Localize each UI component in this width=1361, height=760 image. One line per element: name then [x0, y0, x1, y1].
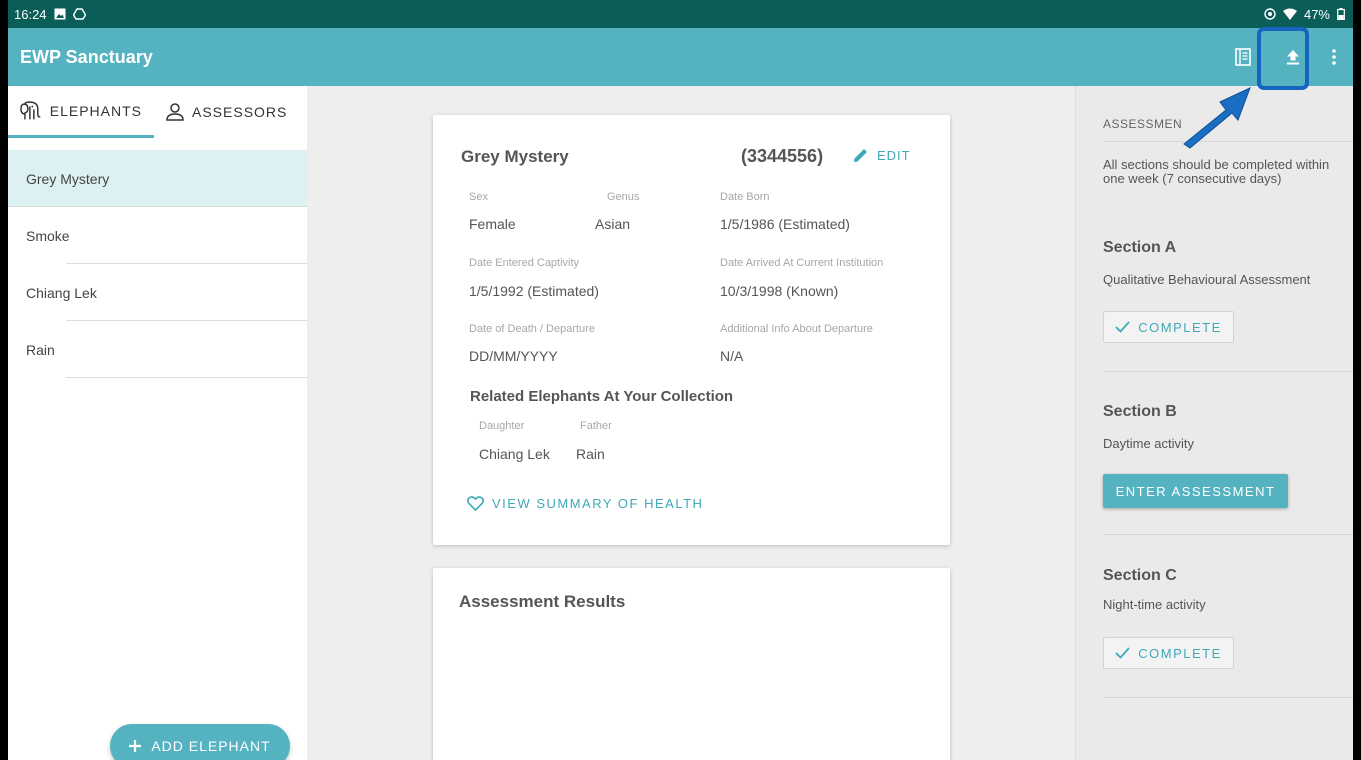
section-a-complete-button[interactable]: COMPLETE [1103, 311, 1234, 343]
elephant-list-panel: ELEPHANTS ASSESSORS Grey Mystery Smoke C… [8, 86, 307, 760]
date-born-label: Date Born [720, 191, 770, 203]
app-title: EWP Sanctuary [20, 46, 153, 67]
elephant-id: (3344556) [741, 146, 824, 166]
data-saver-icon [1264, 8, 1276, 20]
section-c-desc: Night-time activity [1103, 597, 1206, 612]
relation-label: Daughter [479, 420, 525, 432]
upload-highlight-box [1257, 27, 1309, 90]
edit-label: EDIT [877, 147, 911, 163]
elephant-name: Chiang Lek [26, 284, 97, 301]
death-value: DD/MM/YYYY [469, 348, 558, 364]
status-time: 16:24 [14, 6, 47, 22]
drive-notification-icon [72, 8, 86, 20]
list-item[interactable]: Grey Mystery [8, 150, 307, 207]
section-b-desc: Daytime activity [1103, 436, 1195, 451]
battery-percent: 47% [1303, 6, 1330, 22]
section-a-desc: Qualitative Behavioural Assessment [1103, 272, 1311, 287]
check-icon [1115, 321, 1130, 333]
add-elephant-button[interactable]: ADD ELEPHANT [110, 724, 290, 760]
notebook-icon [1235, 48, 1251, 66]
add-elephant-label: ADD ELEPHANT [151, 738, 271, 754]
sex-label: Sex [469, 191, 488, 203]
complete-label: COMPLETE [1138, 319, 1222, 335]
elephant-name: Grey Mystery [26, 170, 110, 187]
pointer-arrow-icon [1183, 87, 1251, 149]
section-a-title: Section A [1103, 239, 1177, 256]
arrived-value: 10/3/1998 (Known) [720, 283, 839, 299]
list-item[interactable]: Rain [8, 321, 307, 378]
view-health-label: VIEW SUMMARY OF HEALTH [492, 496, 704, 511]
enter-assessment-label: ENTER ASSESSMENT [1115, 483, 1276, 499]
list-item[interactable]: Smoke [8, 207, 307, 264]
captivity-label: Date Entered Captivity [469, 257, 580, 269]
overflow-menu-button[interactable] [1315, 35, 1353, 79]
divider [1103, 371, 1353, 372]
related-elephant-link[interactable]: Chiang Lek [479, 446, 550, 462]
captivity-value: 1/5/1992 (Estimated) [469, 283, 599, 299]
status-bar: 16:24 47% [8, 0, 1353, 28]
more-vert-icon [1332, 49, 1336, 65]
enter-assessment-button[interactable]: ENTER ASSESSMENT [1103, 474, 1288, 508]
tab-elephants[interactable]: ELEPHANTS [8, 86, 154, 138]
relation-label: Father [580, 420, 612, 432]
edit-button[interactable]: EDIT [853, 147, 911, 163]
view-health-summary-link[interactable]: VIEW SUMMARY OF HEALTH [467, 496, 703, 511]
divider [1103, 534, 1353, 535]
arrived-label: Date Arrived At Current Institution [720, 257, 884, 269]
assessment-panel: ASSESSMEN All sections should be complet… [1075, 86, 1353, 760]
section-c-complete-button[interactable]: COMPLETE [1103, 637, 1234, 669]
wifi-icon [1282, 8, 1297, 20]
tab-bar: ELEPHANTS ASSESSORS [8, 86, 307, 138]
genus-value: Asian [595, 216, 631, 232]
genus-label: Genus [607, 191, 640, 203]
app-frame: 16:24 47% EWP Sanctuary ELEPHANTS ASSESS… [8, 0, 1353, 760]
check-icon [1115, 647, 1130, 659]
departure-info-value: N/A [720, 348, 744, 364]
section-c-title: Section C [1103, 567, 1177, 584]
departure-info-label: Additional Info About Departure [720, 323, 873, 335]
pencil-icon [854, 149, 867, 162]
sex-value: Female [469, 216, 516, 232]
section-b-title: Section B [1103, 403, 1177, 420]
heart-icon [467, 496, 484, 511]
tab-elephants-label: ELEPHANTS [49, 102, 142, 119]
related-elephants-heading: Related Elephants At Your Collection [470, 388, 734, 405]
image-notification-icon [54, 8, 66, 20]
battery-icon [1337, 8, 1345, 20]
complete-label: COMPLETE [1138, 645, 1222, 661]
elephant-list: Grey Mystery Smoke Chiang Lek Rain [8, 150, 307, 378]
assessment-instructions: All sections should be completed within … [1103, 157, 1330, 186]
tab-assessors-label: ASSESSORS [192, 104, 288, 120]
assessment-results-card: Assessment Results [433, 568, 950, 760]
app-bar: EWP Sanctuary [8, 28, 1353, 86]
date-born-value: 1/5/1986 (Estimated) [720, 216, 850, 232]
assessment-panel-title: ASSESSMEN [1103, 117, 1183, 131]
elephant-detail-card: Grey Mystery (3344556) EDIT Sex Female G… [433, 115, 950, 545]
assessment-results-title: Assessment Results [459, 592, 626, 611]
related-elephant-link[interactable]: Rain [576, 446, 605, 462]
plus-icon [129, 740, 142, 752]
tab-assessors[interactable]: ASSESSORS [154, 86, 299, 138]
person-icon [166, 103, 184, 121]
list-item[interactable]: Chiang Lek [8, 264, 307, 321]
divider [1103, 697, 1353, 698]
elephant-name-heading: Grey Mystery [461, 147, 569, 166]
elephant-icon [20, 100, 41, 120]
death-label: Date of Death / Departure [469, 323, 595, 335]
elephant-name: Rain [26, 341, 55, 358]
elephant-name: Smoke [26, 227, 70, 244]
